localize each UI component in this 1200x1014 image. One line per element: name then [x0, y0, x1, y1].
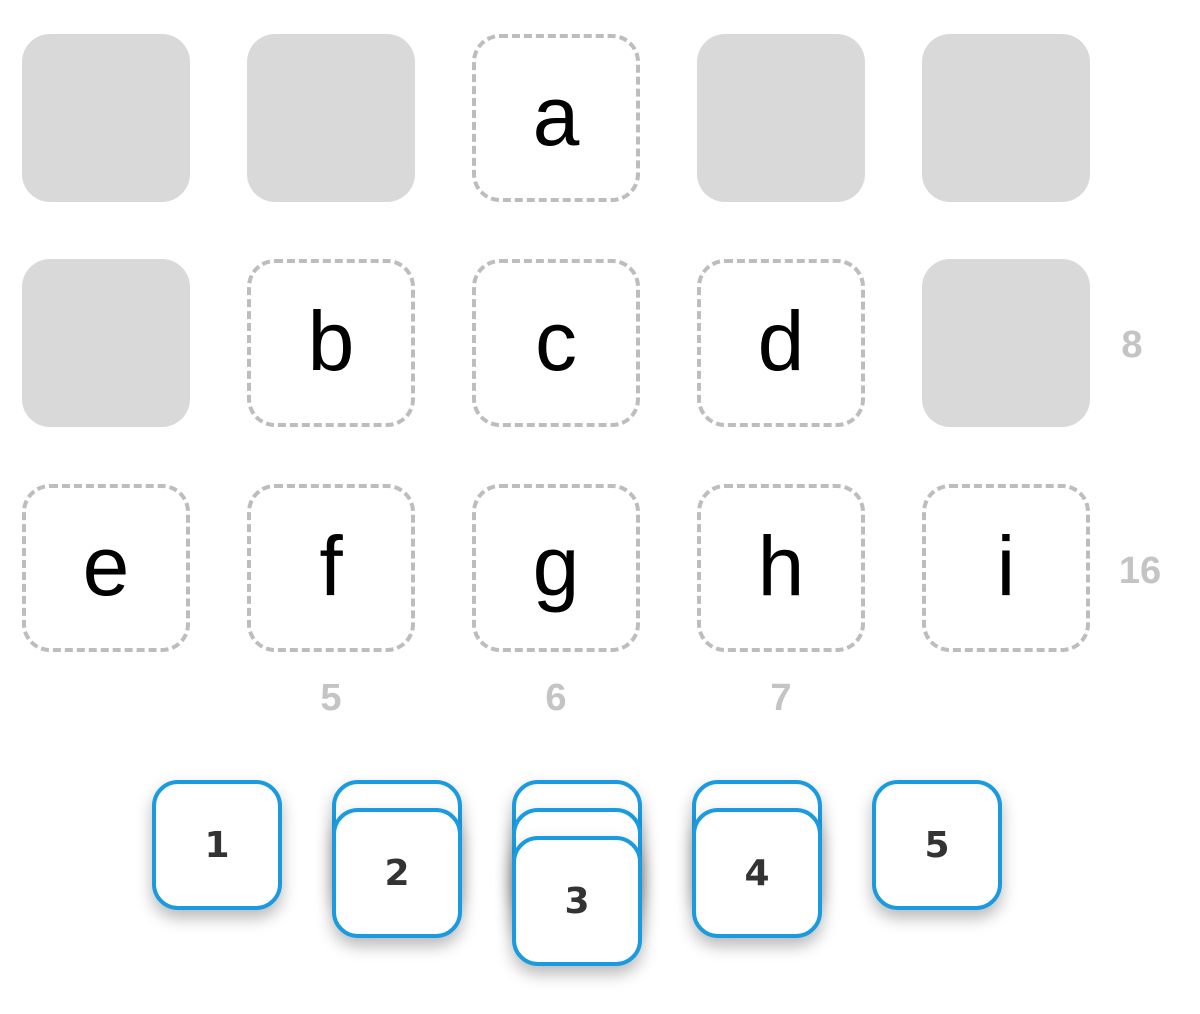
- slot-g[interactable]: g: [472, 484, 640, 652]
- blocked-cell-r1c2: [247, 34, 415, 202]
- tile-5-label: 5: [924, 824, 950, 866]
- slot-g-letter: g: [532, 519, 580, 613]
- slot-h[interactable]: h: [697, 484, 865, 652]
- blocked-cell-r1c1: [22, 34, 190, 202]
- slot-a[interactable]: a: [472, 34, 640, 202]
- slot-d[interactable]: d: [697, 259, 865, 427]
- slot-e[interactable]: e: [22, 484, 190, 652]
- column-2-sum-clue: 5: [320, 677, 342, 719]
- slot-e-letter: e: [82, 519, 130, 613]
- row-2-sum-clue: 8: [1121, 324, 1143, 366]
- row-3-sum-clue: 16: [1118, 550, 1162, 592]
- tile-4-label: 4: [744, 852, 770, 894]
- tile-2-label: 2: [384, 852, 410, 894]
- slot-i-letter: i: [996, 519, 1016, 613]
- number-tile-4[interactable]: 4: [692, 808, 822, 938]
- slot-a-letter: a: [532, 69, 580, 163]
- number-tile-5[interactable]: 5: [872, 780, 1002, 910]
- blocked-cell-r1c4: [697, 34, 865, 202]
- tile-3-label: 3: [564, 880, 590, 922]
- blocked-cell-r2c1: [22, 259, 190, 427]
- slot-c-letter: c: [535, 294, 577, 388]
- column-4-sum-clue: 7: [770, 677, 792, 719]
- column-3-sum-clue: 6: [545, 677, 567, 719]
- slot-h-letter: h: [757, 519, 805, 613]
- tile-1-label: 1: [204, 824, 230, 866]
- number-tile-1[interactable]: 1: [152, 780, 282, 910]
- slot-f[interactable]: f: [247, 484, 415, 652]
- blocked-cell-r2c5: [922, 259, 1090, 427]
- slot-d-letter: d: [757, 294, 805, 388]
- slot-b-letter: b: [307, 294, 355, 388]
- number-tile-2[interactable]: 2: [332, 808, 462, 938]
- puzzle-board: a b c d 8 e f g h i 16 5 6 7 1 2 3 4 5: [0, 0, 1200, 1014]
- slot-c[interactable]: c: [472, 259, 640, 427]
- blocked-cell-r1c5: [922, 34, 1090, 202]
- slot-b[interactable]: b: [247, 259, 415, 427]
- slot-f-letter: f: [319, 519, 343, 613]
- number-tile-3[interactable]: 3: [512, 836, 642, 966]
- slot-i[interactable]: i: [922, 484, 1090, 652]
